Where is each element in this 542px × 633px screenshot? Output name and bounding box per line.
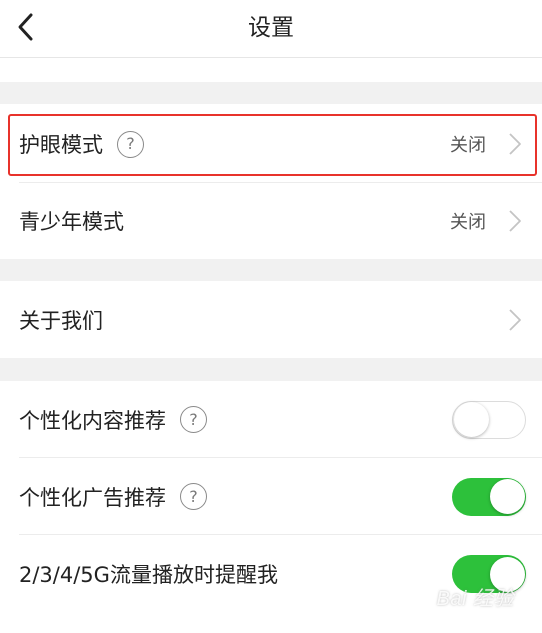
help-icon[interactable]: ? — [117, 130, 144, 158]
settings-row-teen-mode[interactable]: 青少年模式 关闭 — [0, 183, 542, 259]
settings-row-personalized-content: 个性化内容推荐 ? — [0, 381, 542, 458]
settings-row-about[interactable]: 关于我们 — [0, 281, 542, 358]
toggle-knob — [489, 479, 525, 514]
teen-mode-status: 关闭 — [450, 212, 486, 233]
section-spacer — [0, 358, 542, 381]
about-label: 关于我们 — [19, 308, 103, 333]
chevron-right-icon — [509, 308, 521, 331]
eye-care-status: 关闭 — [450, 135, 486, 156]
teen-mode-label: 青少年模式 — [19, 210, 124, 234]
help-icon[interactable]: ? — [180, 483, 207, 510]
personalized-ads-toggle[interactable] — [452, 477, 526, 516]
chevron-right-icon — [509, 210, 521, 232]
toggle-knob — [454, 401, 489, 437]
settings-row-eye-care[interactable]: 护眼模式 ? 关闭 — [0, 105, 542, 183]
nav-header: 设置 — [0, 0, 542, 58]
row-label-group: 个性化内容推荐 ? — [19, 381, 207, 458]
row-label-group: 护眼模式 ? — [19, 105, 144, 183]
settings-row-personalized-ads: 个性化广告推荐 ? — [0, 458, 542, 535]
help-icon[interactable]: ? — [180, 406, 207, 433]
personalized-ads-label: 个性化广告推荐 — [19, 485, 166, 510]
chevron-right-icon — [509, 133, 521, 155]
personalized-content-toggle[interactable] — [452, 400, 526, 439]
personalized-content-label: 个性化内容推荐 — [19, 408, 166, 433]
section-spacer — [0, 82, 542, 104]
watermark: Bai 经验 — [436, 588, 514, 610]
data-reminder-label: 2/3/4/5G流量播放时提醒我 — [19, 563, 278, 587]
section-spacer — [0, 259, 542, 281]
row-label-group: 个性化广告推荐 ? — [19, 458, 207, 535]
page-title: 设置 — [248, 15, 294, 41]
eye-care-label: 护眼模式 — [19, 133, 103, 157]
